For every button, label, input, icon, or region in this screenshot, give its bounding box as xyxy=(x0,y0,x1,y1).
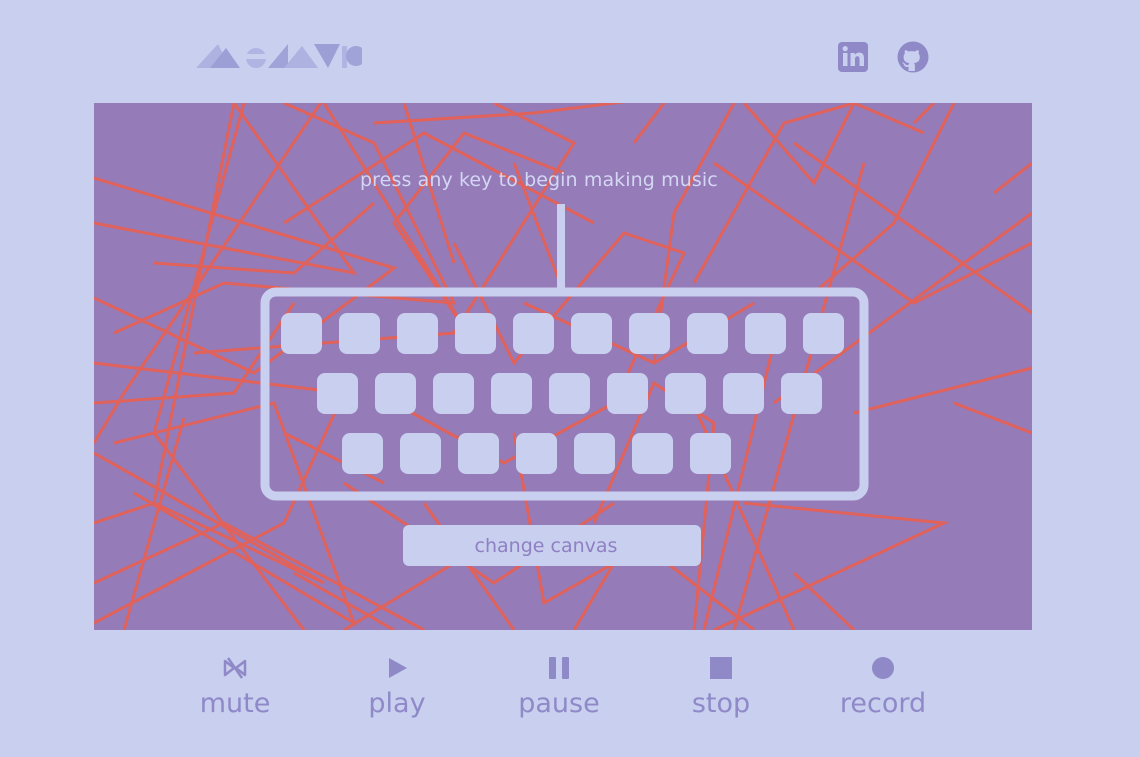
keyboard-key[interactable] xyxy=(629,313,670,354)
play-label: play xyxy=(368,688,426,719)
github-icon[interactable] xyxy=(896,40,930,74)
keyboard-key[interactable] xyxy=(455,313,496,354)
keyboard-key[interactable] xyxy=(342,433,383,474)
keyboard-key[interactable] xyxy=(458,433,499,474)
pause-control[interactable]: pause xyxy=(494,650,624,719)
stop-control[interactable]: stop xyxy=(656,650,786,719)
record-icon xyxy=(872,657,894,679)
keyboard-key[interactable] xyxy=(723,373,764,414)
keyboard-key[interactable] xyxy=(745,313,786,354)
stop-icon xyxy=(710,657,732,679)
keyboard-key[interactable] xyxy=(665,373,706,414)
pause-label: pause xyxy=(518,688,600,719)
playback-controls: mute play pause stop record xyxy=(0,640,1140,750)
mosaic-logo[interactable] xyxy=(196,40,364,72)
keyboard-key[interactable] xyxy=(803,313,844,354)
keyboard-key[interactable] xyxy=(781,373,822,414)
mute-icon xyxy=(223,657,247,679)
keyboard-key[interactable] xyxy=(549,373,590,414)
header xyxy=(0,0,1140,103)
keyboard-key[interactable] xyxy=(397,313,438,354)
keyboard-key[interactable] xyxy=(571,313,612,354)
play-icon xyxy=(389,658,407,678)
keyboard-key[interactable] xyxy=(491,373,532,414)
keyboard-key[interactable] xyxy=(687,313,728,354)
play-control[interactable]: play xyxy=(332,650,462,719)
keyboard-key[interactable] xyxy=(574,433,615,474)
record-label: record xyxy=(839,688,927,719)
keyboard-key[interactable] xyxy=(690,433,731,474)
keyboard-key[interactable] xyxy=(607,373,648,414)
keyboard-key[interactable] xyxy=(339,313,380,354)
keyboard-key[interactable] xyxy=(433,373,474,414)
keyboard-cable xyxy=(557,204,565,292)
keyboard-key[interactable] xyxy=(516,433,557,474)
change-canvas-label: change canvas xyxy=(474,534,618,557)
mute-control[interactable]: mute xyxy=(170,650,300,719)
mute-label: mute xyxy=(199,688,271,719)
keyboard-key[interactable] xyxy=(632,433,673,474)
linkedin-icon[interactable] xyxy=(836,40,870,74)
change-canvas-button[interactable]: change canvas xyxy=(403,525,701,566)
stop-label: stop xyxy=(691,688,751,719)
pause-icon xyxy=(549,657,569,679)
keyboard-key[interactable] xyxy=(513,313,554,354)
keyboard-key[interactable] xyxy=(317,373,358,414)
keyboard-key[interactable] xyxy=(375,373,416,414)
keyboard-key[interactable] xyxy=(281,313,322,354)
record-control[interactable]: record xyxy=(818,650,948,719)
keyboard-key[interactable] xyxy=(400,433,441,474)
music-canvas[interactable]: press any key to begin making music chan… xyxy=(94,103,1032,630)
